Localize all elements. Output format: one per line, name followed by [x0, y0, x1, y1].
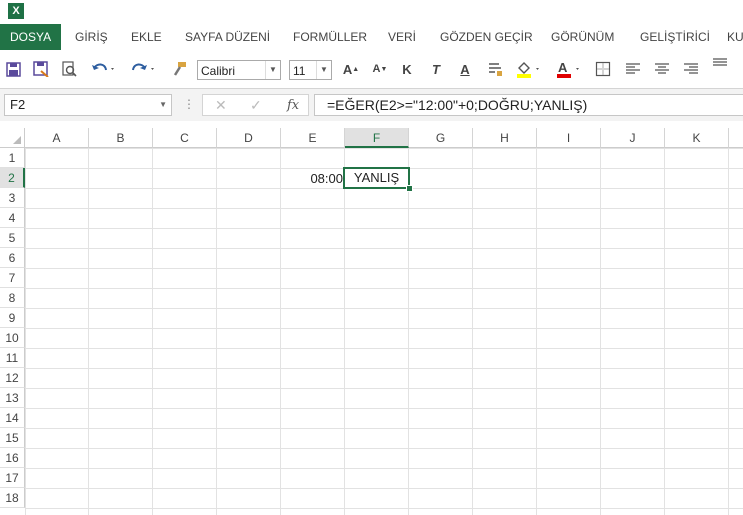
wrap-text-icon[interactable] [486, 58, 504, 80]
format-painter-icon[interactable] [170, 58, 188, 80]
tab-veri[interactable]: VERİ [388, 24, 416, 50]
excel-logo-icon: X [8, 3, 24, 19]
column-gridline [664, 148, 665, 515]
save-icon[interactable] [4, 58, 22, 80]
tab-gelistirici[interactable]: GELİŞTİRİCİ [640, 24, 710, 50]
font-size-value: 11 [293, 64, 306, 78]
formula-input[interactable]: =EĞER(E2>="12:00"+0;DOĞRU;YANLIŞ) [314, 94, 743, 116]
column-header-h[interactable]: H [473, 128, 537, 148]
column-header-f[interactable]: F [345, 128, 409, 148]
row-header-13[interactable]: 13 [0, 388, 25, 408]
tab-giris[interactable]: GİRİŞ [75, 24, 108, 50]
row-header-15[interactable]: 15 [0, 428, 25, 448]
row-header-12[interactable]: 12 [0, 368, 25, 388]
row-header-6[interactable]: 6 [0, 248, 25, 268]
tab-formuller[interactable]: FORMÜLLER [293, 24, 367, 50]
column-gridline [344, 148, 345, 515]
row-header-17[interactable]: 17 [0, 468, 25, 488]
fill-handle[interactable] [406, 185, 413, 192]
column-header-d[interactable]: D [217, 128, 281, 148]
column-header-b[interactable]: B [89, 128, 153, 148]
insert-function-icon[interactable]: fx [287, 98, 299, 113]
column-gridline [216, 148, 217, 515]
cell-f2[interactable]: YANLIŞ [343, 167, 410, 189]
row-header-7[interactable]: 7 [0, 268, 25, 288]
formula-buttons: ✕ ✓ fx [202, 94, 309, 116]
column-header-g[interactable]: G [409, 128, 473, 148]
align-left-icon[interactable] [624, 58, 642, 80]
font-size-select[interactable]: 11 ▼ [289, 60, 332, 80]
tab-gozden-gecir[interactable]: GÖZDEN GEÇİR [440, 24, 533, 50]
column-gridline [536, 148, 537, 515]
row-header-16[interactable]: 16 [0, 448, 25, 468]
tab-sayfa-duzeni[interactable]: SAYFA DÜZENİ [185, 24, 270, 50]
row-header-3[interactable]: 3 [0, 188, 25, 208]
column-gridline [472, 148, 473, 515]
row-header-18[interactable]: 18 [0, 488, 25, 508]
row-header-9[interactable]: 9 [0, 308, 25, 328]
column-gridline [728, 148, 729, 515]
font-name-select[interactable]: Calibri ▼ [197, 60, 281, 80]
row-header-10[interactable]: 10 [0, 328, 25, 348]
column-header-c[interactable]: C [153, 128, 217, 148]
ribbon-toolbar: Calibri ▼ 11 ▼ A ▲ A ▼ K T A A [0, 50, 743, 89]
row-header-5[interactable]: 5 [0, 228, 25, 248]
borders-icon[interactable] [594, 58, 612, 80]
column-header-k[interactable]: K [665, 128, 729, 148]
column-gridline [152, 148, 153, 515]
chevron-down-icon: ▼ [159, 100, 167, 109]
column-gridline [88, 148, 89, 515]
tab-ku[interactable]: KU [727, 24, 743, 50]
name-box-value: F2 [10, 97, 26, 112]
cell-e2[interactable]: 08:00 [281, 169, 345, 189]
italic-icon[interactable]: T [429, 58, 443, 80]
enter-icon[interactable]: ✓ [250, 97, 262, 114]
cancel-icon[interactable]: ✕ [215, 97, 227, 114]
chevron-down-icon: ▼ [316, 61, 331, 79]
column-gridline [600, 148, 601, 515]
row-header-4[interactable]: 4 [0, 208, 25, 228]
print-preview-icon[interactable] [60, 58, 78, 80]
increase-font-icon[interactable]: A ▲ [343, 58, 359, 80]
align-right-icon[interactable] [682, 58, 700, 80]
redo-icon[interactable] [130, 58, 158, 80]
tab-ekle[interactable]: EKLE [131, 24, 162, 50]
save-as-icon[interactable] [32, 58, 50, 80]
select-all-button[interactable] [0, 128, 25, 148]
ribbon-tabs: DOSYA GİRİŞ EKLE SAYFA DÜZENİ FORMÜLLER … [0, 24, 743, 50]
row-header-2[interactable]: 2 [0, 168, 25, 188]
bold-icon[interactable]: K [400, 58, 414, 80]
tab-dosya[interactable]: DOSYA [0, 24, 62, 50]
chevron-down-icon: ▼ [265, 61, 280, 79]
formula-bar-grip-icon: ⋮ [183, 97, 195, 111]
column-header-a[interactable]: A [25, 128, 89, 148]
column-header-j[interactable]: J [601, 128, 665, 148]
row-header-11[interactable]: 11 [0, 348, 25, 368]
column-gridline [408, 148, 409, 515]
decrease-font-icon[interactable]: A ▼ [372, 58, 388, 80]
name-box[interactable]: F2 ▼ [4, 94, 172, 116]
font-name-value: Calibri [201, 64, 236, 78]
cell-grid[interactable] [25, 148, 743, 515]
column-header-i[interactable]: I [537, 128, 601, 148]
column-gridline [280, 148, 281, 515]
svg-text:A: A [558, 60, 568, 75]
row-header-8[interactable]: 8 [0, 288, 25, 308]
font-color-icon[interactable]: A [554, 58, 584, 80]
worksheet: A B C D E F G H I J K 1 2 3 4 5 6 7 8 9 … [0, 128, 743, 515]
row-header-14[interactable]: 14 [0, 408, 25, 428]
underline-icon[interactable]: A [458, 58, 472, 80]
undo-icon[interactable] [90, 58, 118, 80]
align-top-icon[interactable] [711, 54, 729, 76]
tab-gorunum[interactable]: GÖRÜNÜM [551, 24, 614, 50]
formula-bar: F2 ▼ ⋮ ✕ ✓ fx =EĞER(E2>="12:00"+0;DOĞRU;… [0, 89, 743, 121]
fill-color-icon[interactable] [514, 58, 544, 80]
column-header-e[interactable]: E [281, 128, 345, 148]
row-header-1[interactable]: 1 [0, 148, 25, 168]
title-bar: X [0, 0, 743, 22]
column-header-l[interactable] [729, 128, 743, 148]
align-center-icon[interactable] [653, 58, 671, 80]
